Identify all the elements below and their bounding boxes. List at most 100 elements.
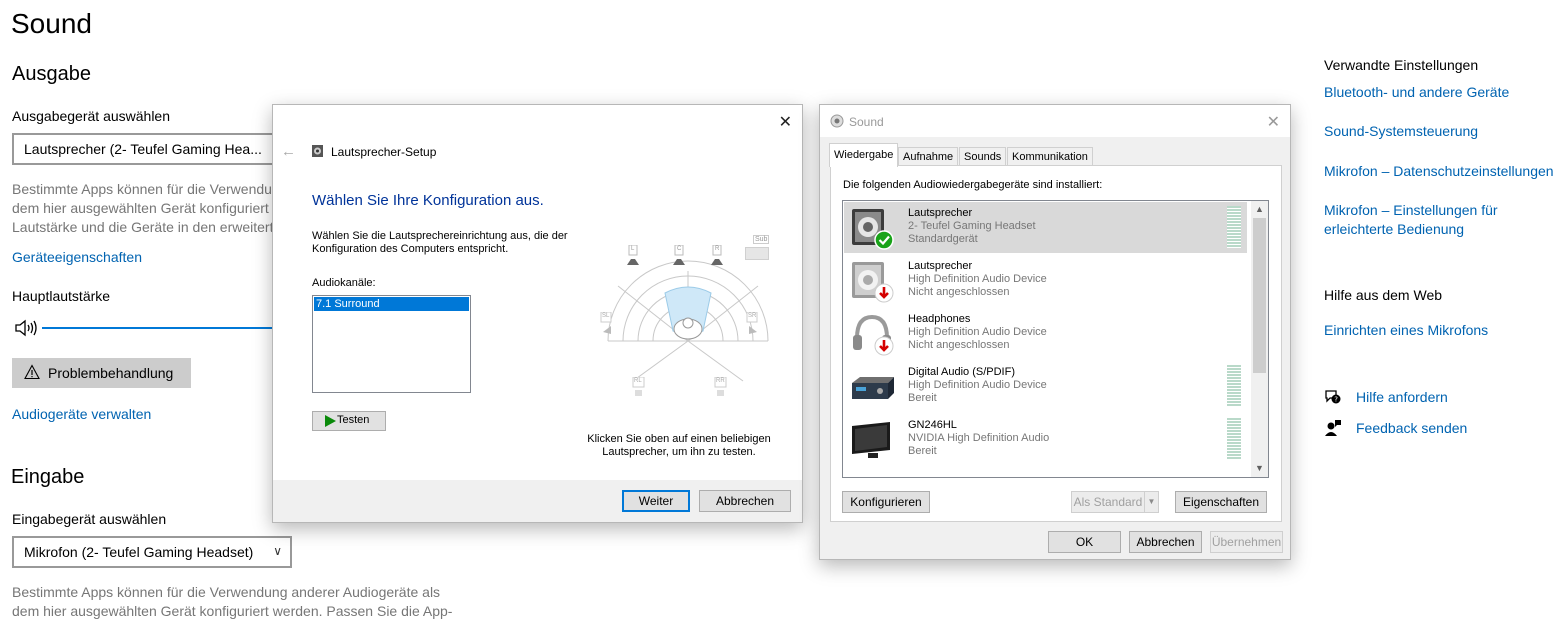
tab-recording[interactable]: Aufnahme xyxy=(898,147,959,166)
sound-app-icon xyxy=(830,114,844,128)
speaker-subwoofer[interactable]: Sub xyxy=(745,235,770,261)
tab-sounds[interactable]: Sounds xyxy=(959,147,1007,166)
digital-audio-receiver-icon xyxy=(852,377,894,399)
device-driver: 2- Teufel Gaming Headset xyxy=(908,220,1036,232)
back-arrow-icon[interactable]: ← xyxy=(281,143,296,160)
level-meter xyxy=(1227,206,1241,248)
tab-playback[interactable]: Wiedergabe xyxy=(829,143,899,167)
svg-text:?: ? xyxy=(1334,396,1338,404)
sound-dialog: Sound ✕ Wiedergabe Aufnahme Sounds Kommu… xyxy=(819,104,1291,560)
send-feedback-link[interactable]: Feedback senden xyxy=(1356,419,1562,438)
input-device-value: Mikrofon (2- Teufel Gaming Headset) xyxy=(24,544,254,560)
page-title: Sound xyxy=(11,8,92,39)
speaker-right[interactable]: R xyxy=(709,244,725,278)
get-help-icon: ? xyxy=(1325,390,1341,404)
audio-channels-list[interactable]: 7.1 Surround xyxy=(312,295,471,393)
monitor-icon xyxy=(852,422,890,458)
speaker-rear-right[interactable]: RR xyxy=(713,376,729,406)
device-driver: High Definition Audio Device xyxy=(908,273,1047,285)
output-device-value: Lautsprecher (2- Teufel Gaming Hea... xyxy=(24,141,262,157)
manage-audio-devices-link[interactable]: Audiogeräte verwalten xyxy=(12,406,151,422)
configuration-instruction: Wählen Sie die Lautsprechereinrichtung a… xyxy=(312,230,568,255)
test-button[interactable]: Testen xyxy=(312,411,386,431)
list-item[interactable]: Lautsprecher High Definition Audio Devic… xyxy=(844,255,1247,306)
audio-channels-label: Audiokanäle: xyxy=(312,277,376,289)
speaker-setup-icon xyxy=(312,145,323,157)
device-driver: High Definition Audio Device xyxy=(908,379,1047,391)
list-item[interactable]: Digital Audio (S/PDIF) High Definition A… xyxy=(844,361,1247,412)
device-list-scrollbar[interactable]: ▲ ▼ xyxy=(1251,201,1268,477)
troubleshoot-button[interactable]: Problembehandlung xyxy=(12,358,191,388)
list-item[interactable]: Lautsprecher 2- Teufel Gaming Headset St… xyxy=(844,202,1247,253)
related-settings-title: Verwandte Einstellungen xyxy=(1324,57,1479,73)
get-help-link[interactable]: Hilfe anfordern xyxy=(1356,388,1562,407)
device-properties-link[interactable]: Geräteeigenschaften xyxy=(12,249,142,265)
playback-panel: Die folgenden Audiowiedergabegeräte sind… xyxy=(830,165,1282,522)
properties-button[interactable]: Eigenschaften xyxy=(1175,491,1267,513)
close-icon[interactable]: ✕ xyxy=(1267,112,1280,132)
apply-button[interactable]: Übernehmen xyxy=(1210,531,1283,553)
device-name: Lautsprecher xyxy=(908,260,973,272)
device-driver: High Definition Audio Device xyxy=(908,326,1047,338)
speaker-device-icon xyxy=(852,209,894,250)
list-item[interactable]: GN246HL NVIDIA High Definition Audio Ber… xyxy=(844,414,1247,465)
scroll-down-icon[interactable]: ▼ xyxy=(1251,460,1268,477)
speaker-side-left[interactable]: SL xyxy=(599,311,615,341)
next-button[interactable]: Weiter xyxy=(622,490,690,512)
level-meter xyxy=(1227,365,1241,407)
chevron-down-icon: ∨ xyxy=(273,544,282,558)
microphone-accessibility-link[interactable]: Mikrofon – Einstellungen für erleichtert… xyxy=(1324,201,1560,239)
device-driver: NVIDIA High Definition Audio xyxy=(908,432,1050,444)
input-description: Bestimmte Apps können für die Verwendung… xyxy=(12,583,452,621)
speaker-volume-icon[interactable] xyxy=(14,318,38,338)
output-device-dropdown[interactable]: Lautsprecher (2- Teufel Gaming Hea... ∨ xyxy=(12,133,292,165)
input-heading: Eingabe xyxy=(11,466,85,488)
feedback-icon xyxy=(1325,420,1341,436)
playback-device-list[interactable]: Lautsprecher 2- Teufel Gaming Headset St… xyxy=(842,200,1269,478)
list-item[interactable]: Headphones High Definition Audio Device … xyxy=(844,308,1247,359)
speaker-setup-footer: Weiter Abbrechen xyxy=(273,480,802,522)
speaker-label: C xyxy=(677,246,682,252)
output-device-label: Ausgabegerät auswählen xyxy=(12,108,171,124)
configure-button[interactable]: Konfigurieren xyxy=(842,491,930,513)
input-device-dropdown[interactable]: Mikrofon (2- Teufel Gaming Headset) ∨ xyxy=(12,536,292,568)
set-default-button[interactable]: Als Standard ▼ xyxy=(1071,491,1159,513)
ok-button[interactable]: OK xyxy=(1048,531,1121,553)
speaker-test-hint: Klicken Sie oben auf einen beliebigen La… xyxy=(587,433,771,458)
speaker-center[interactable]: C xyxy=(671,244,687,278)
input-desc-line: dem hier ausgewählten Gerät konfiguriert… xyxy=(12,603,453,619)
speaker-side-right[interactable]: SR xyxy=(745,311,761,341)
web-help-title: Hilfe aus dem Web xyxy=(1324,287,1443,303)
device-name: Digital Audio (S/PDIF) xyxy=(908,366,1015,378)
bluetooth-devices-link[interactable]: Bluetooth- und andere Geräte xyxy=(1324,83,1560,102)
speaker-rear-left[interactable]: RL xyxy=(631,376,647,406)
tab-communication[interactable]: Kommunikation xyxy=(1007,147,1093,166)
speaker-label: SL xyxy=(602,313,610,319)
output-desc-line: Bestimmte Apps können für die Verwendu xyxy=(12,181,272,197)
cancel-button[interactable]: Abbrechen xyxy=(699,490,791,512)
input-desc-line: Bestimmte Apps können für die Verwendung… xyxy=(12,584,441,600)
sound-control-panel-link[interactable]: Sound-Systemsteuerung xyxy=(1324,122,1560,141)
close-icon[interactable]: ✕ xyxy=(779,112,792,132)
setup-microphone-link[interactable]: Einrichten eines Mikrofons xyxy=(1324,321,1560,340)
speaker-left[interactable]: L xyxy=(625,244,641,278)
speaker-label: L xyxy=(631,246,635,252)
installed-devices-label: Die folgenden Audiowiedergabegeräte sind… xyxy=(843,179,1103,191)
master-volume-label: Hauptlautstärke xyxy=(12,288,111,304)
device-status: Bereit xyxy=(908,392,937,404)
speaker-label: RR xyxy=(716,378,725,384)
headphones-icon xyxy=(853,314,894,356)
scrollbar-thumb[interactable] xyxy=(1253,218,1266,373)
cancel-button[interactable]: Abbrechen xyxy=(1129,531,1202,553)
device-name: Headphones xyxy=(908,313,971,325)
scroll-up-icon[interactable]: ▲ xyxy=(1251,201,1268,218)
set-default-label: Als Standard xyxy=(1073,495,1143,509)
microphone-privacy-link[interactable]: Mikrofon – Datenschutzeinstellungen xyxy=(1324,162,1560,181)
channel-option-selected[interactable]: 7.1 Surround xyxy=(314,297,469,311)
output-heading: Ausgabe xyxy=(12,63,91,85)
master-volume-slider[interactable] xyxy=(42,327,272,329)
device-status: Standardgerät xyxy=(908,233,978,245)
speaker-label: RL xyxy=(634,378,642,384)
speaker-label: Sub xyxy=(753,235,770,244)
test-button-label: Testen xyxy=(337,414,370,426)
